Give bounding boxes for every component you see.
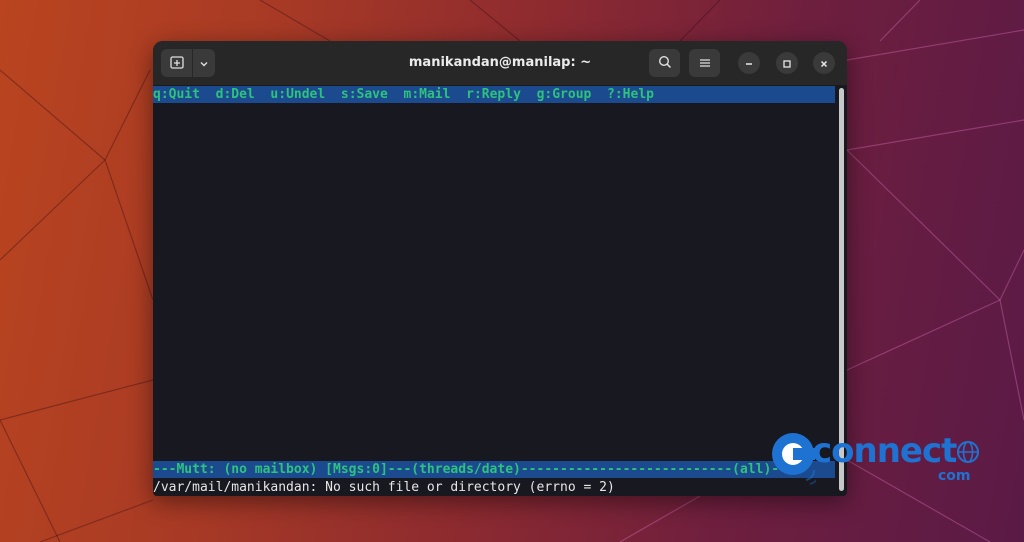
help-item-mail: m:Mail xyxy=(403,87,451,102)
mutt-help-bar: q:Quit d:Del u:Undel s:Save m:Mail r:Rep… xyxy=(153,86,835,103)
maximize-button[interactable] xyxy=(776,52,798,74)
terminal-window: manikandan@manilap: ~ q:Quit d:Del u:Und… xyxy=(153,41,847,496)
maximize-icon xyxy=(782,54,792,73)
search-icon xyxy=(658,54,672,73)
brand-domain-suffix: com xyxy=(938,468,971,484)
help-item-group: g:Group xyxy=(536,87,592,102)
minimize-button[interactable] xyxy=(738,52,760,74)
chevron-down-icon xyxy=(199,54,209,73)
search-button[interactable] xyxy=(649,49,680,77)
help-item-delete: d:Del xyxy=(215,87,255,102)
new-tab-dropdown-button[interactable] xyxy=(193,49,215,77)
minimize-icon xyxy=(744,54,754,73)
help-item-quit: q:Quit xyxy=(153,87,200,102)
help-item-help: ?:Help xyxy=(607,87,654,102)
help-item-undelete: u:Undel xyxy=(270,87,326,102)
help-item-reply: r:Reply xyxy=(466,87,521,102)
help-item-save: s:Save xyxy=(340,87,388,102)
error-message-line: /var/mail/manikandan: No such file or di… xyxy=(153,480,615,495)
menu-button[interactable] xyxy=(689,49,720,77)
new-tab-button[interactable] xyxy=(161,49,192,77)
close-button[interactable] xyxy=(813,52,835,74)
hamburger-menu-icon xyxy=(699,54,711,73)
titlebar: manikandan@manilap: ~ xyxy=(153,41,847,86)
brand-watermark: connect com xyxy=(770,430,990,492)
brand-name: connect xyxy=(812,431,957,471)
brand-logo-icon xyxy=(772,433,816,485)
mutt-status-bar: ---Mutt: (no mailbox) [Msgs:0]---(thread… xyxy=(153,461,835,478)
globe-icon xyxy=(957,441,979,463)
terminal-area[interactable]: q:Quit d:Del u:Undel s:Save m:Mail r:Rep… xyxy=(153,86,837,496)
close-icon xyxy=(819,54,829,73)
new-tab-icon xyxy=(169,54,184,73)
